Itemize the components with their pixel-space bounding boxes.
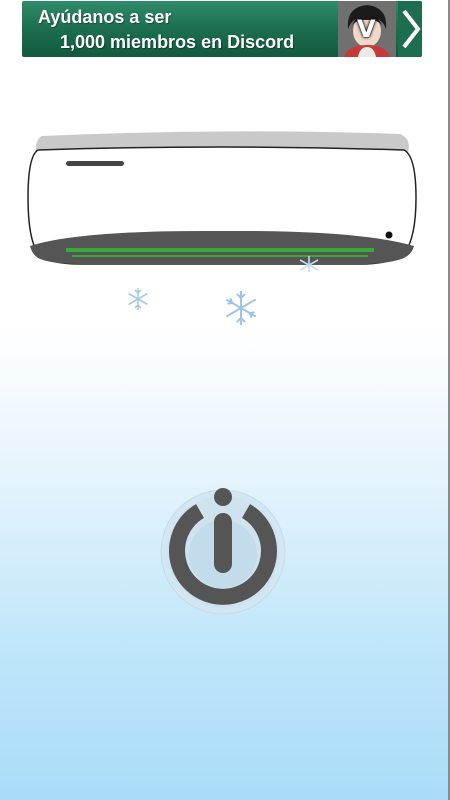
banner-next-button[interactable]	[398, 1, 422, 57]
banner-text-line2: 1,000 miembros en Discord	[60, 32, 295, 52]
chevron-right-icon	[402, 9, 421, 49]
ac-indicator-light	[66, 248, 374, 252]
air-conditioner-unit	[20, 128, 420, 268]
ac-status-led	[385, 231, 393, 239]
power-icon	[160, 488, 286, 615]
avatar: V	[338, 1, 396, 57]
discord-promo-banner[interactable]: Ayúdanos a ser 1,000 miembros en Discord…	[22, 1, 422, 57]
banner-text-line1: Ayúdanos a ser	[38, 7, 172, 27]
snowflake-icon	[296, 254, 322, 279]
ac-vent	[30, 230, 414, 264]
ac-indicator-light-lower	[72, 255, 368, 257]
snowflake-icon	[125, 286, 151, 317]
avatar-letter: V	[357, 15, 376, 43]
app-screen: Ayúdanos a ser 1,000 miembros en Discord…	[0, 0, 450, 800]
snowflake-icon	[222, 289, 260, 332]
power-button[interactable]	[160, 487, 286, 615]
ac-slot	[66, 161, 124, 166]
